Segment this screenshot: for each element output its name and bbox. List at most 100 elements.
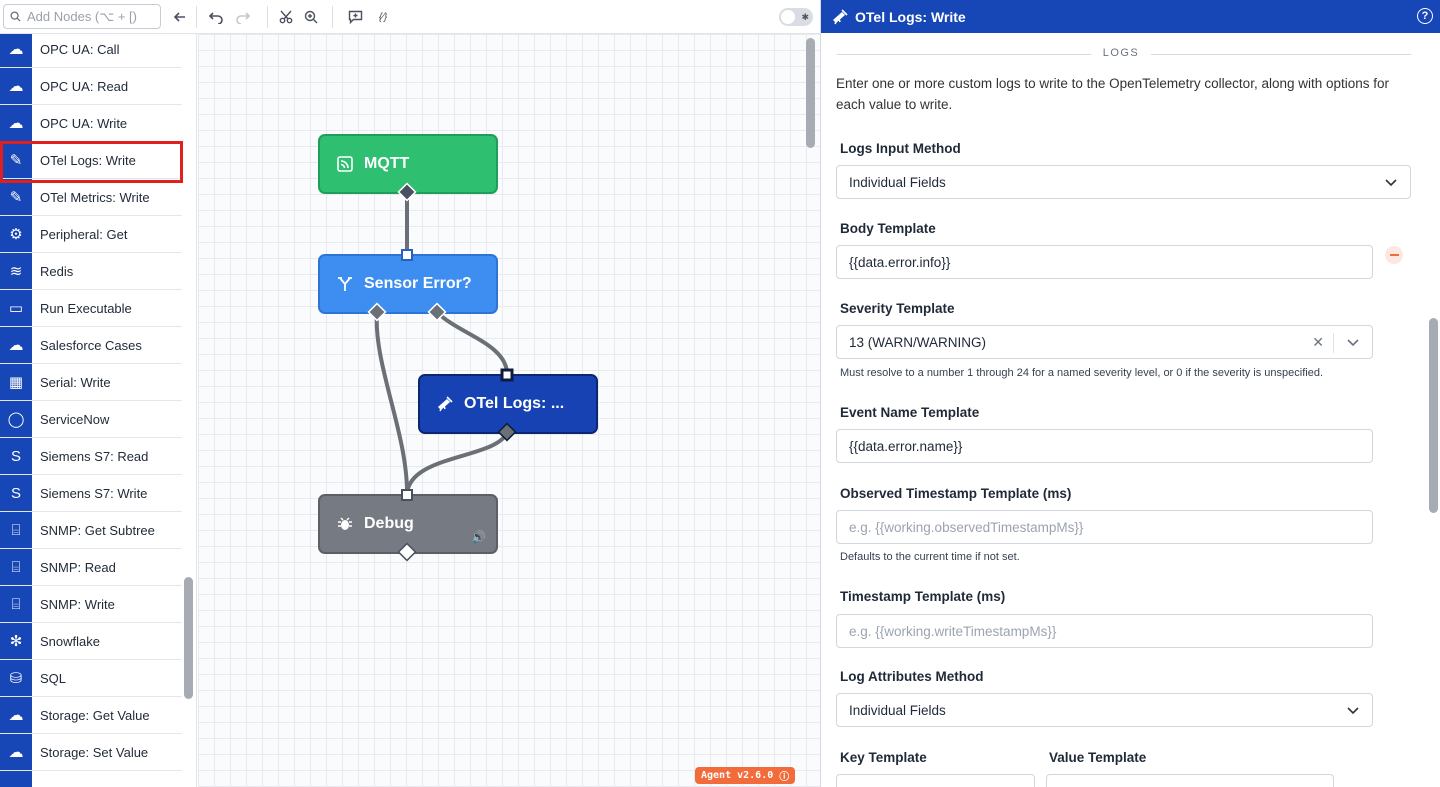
palette-item-label: Siemens S7: Read xyxy=(40,448,149,464)
agent-version: Agent v2.6.0 xyxy=(701,770,774,781)
split-icon xyxy=(336,276,354,292)
toolbar-divider xyxy=(332,6,333,28)
node-type-icon: ☁ xyxy=(0,68,32,104)
palette-item[interactable]: ☁ OPC UA: Read xyxy=(0,68,182,105)
palette-item-label: OPC UA: Read xyxy=(40,78,129,94)
palette-item[interactable]: ✎ OTel Metrics: Write xyxy=(0,179,182,216)
remove-body-button[interactable] xyxy=(1385,246,1403,264)
palette-item[interactable]: ☁ Salesforce Cases xyxy=(0,327,182,364)
node-label: MQTT xyxy=(364,155,410,172)
panel-scrollbar[interactable] xyxy=(1429,318,1438,513)
select-value: Individual Fields xyxy=(849,174,946,190)
clear-icon[interactable]: ✕ xyxy=(1312,334,1324,351)
node-type-icon: ✎ xyxy=(0,142,32,178)
node-label: Debug xyxy=(364,515,414,532)
mqtt-node[interactable]: MQTT xyxy=(318,134,498,194)
section-title: LOGS xyxy=(1091,47,1151,59)
collapse-palette-button[interactable] xyxy=(170,7,190,27)
logs-input-method-select[interactable]: Individual Fields xyxy=(836,165,1411,199)
node-type-icon: ☁ xyxy=(0,327,32,363)
node-type-icon: ⌸ xyxy=(0,549,32,585)
section-description: Enter one or more custom logs to write t… xyxy=(836,76,1390,112)
workflow-canvas[interactable]: MQTT Sensor Error? OTel Logs: ... Debug … xyxy=(198,34,820,787)
node-type-icon: ✎ xyxy=(0,179,32,215)
palette-item[interactable]: ◯ ServiceNow xyxy=(0,401,182,438)
palette-scrollbar[interactable] xyxy=(184,577,193,699)
input-placeholder: e.g. {{working.writeTimestampMs}} xyxy=(849,623,1057,639)
palette-item[interactable]: S Siemens S7: Write xyxy=(0,475,182,512)
observed-timestamp-hint: Defaults to the current time if not set. xyxy=(840,551,1020,563)
cut-button[interactable] xyxy=(276,7,296,27)
palette-item[interactable]: ✻ Snowflake xyxy=(0,623,182,660)
select-value: 13 (WARN/WARNING) xyxy=(849,334,986,350)
node-type-icon xyxy=(0,771,32,787)
sensor-error-node[interactable]: Sensor Error? xyxy=(318,254,498,314)
palette-item[interactable]: ⛁ SQL xyxy=(0,660,182,697)
palette-item-label: Siemens S7: Write xyxy=(40,485,148,501)
canvas-scrollbar[interactable] xyxy=(806,38,815,148)
node-type-icon: ☁ xyxy=(0,697,32,733)
node-label: Sensor Error? xyxy=(364,275,472,292)
help-icon[interactable]: ? xyxy=(1417,8,1433,24)
palette-item-label: Storage: Set Value xyxy=(40,744,149,760)
otel-logs-node[interactable]: OTel Logs: ... xyxy=(418,374,598,434)
palette-item[interactable]: ☁ OPC UA: Call xyxy=(0,34,182,68)
telescope-icon xyxy=(436,395,454,413)
undo-icon xyxy=(208,12,223,24)
palette-item-label: Peripheral: Get xyxy=(40,226,128,242)
palette-item[interactable]: ☁ Storage: Set Value xyxy=(0,734,182,771)
node-type-icon: ⛁ xyxy=(0,660,32,696)
node-type-icon: ✻ xyxy=(0,623,32,659)
event-name-template-input[interactable]: {{data.error.name}} xyxy=(836,429,1373,463)
palette-item[interactable]: ≋ Redis xyxy=(0,253,182,290)
chevron-down-icon xyxy=(1347,707,1359,715)
zoom-button[interactable] xyxy=(301,7,321,27)
severity-hint: Must resolve to a number 1 through 24 fo… xyxy=(840,367,1324,379)
observed-timestamp-input[interactable]: e.g. {{working.observedTimestampMs}} xyxy=(836,510,1373,544)
info-icon: ⓘ xyxy=(779,772,790,783)
palette-item-label: SNMP: Write xyxy=(40,596,115,612)
redo-button[interactable] xyxy=(233,7,253,27)
palette-item[interactable]: ⌸ SNMP: Write xyxy=(0,586,182,623)
palette-item[interactable]: ✎ OTel Logs: Write xyxy=(0,142,182,179)
severity-template-select[interactable]: 13 (WARN/WARNING) ✕ xyxy=(836,325,1373,359)
node-label: OTel Logs: ... xyxy=(464,395,565,412)
palette-item-label: Storage: Get Value xyxy=(40,707,150,723)
add-nodes-search[interactable]: Add Nodes (⌥ + [) xyxy=(3,4,161,29)
input-value: {{data.error.info}} xyxy=(849,254,951,270)
telescope-icon xyxy=(831,8,849,26)
undo-button[interactable] xyxy=(206,7,226,27)
bug-icon xyxy=(336,516,354,532)
toolbar-divider xyxy=(196,6,197,28)
speaker-icon[interactable]: 🔊 xyxy=(471,530,486,544)
canvas-toolbar: Add Nodes (⌥ + [) {⁄} ✱ xyxy=(0,0,820,34)
palette-item[interactable]: ⌸ SNMP: Get Subtree xyxy=(0,512,182,549)
observed-timestamp-label: Observed Timestamp Template (ms) xyxy=(840,486,1072,501)
variables-button[interactable]: {⁄} xyxy=(372,7,394,27)
palette-item[interactable]: ☁ Storage: Get Value xyxy=(0,697,182,734)
timestamp-label: Timestamp Template (ms) xyxy=(840,589,1006,604)
palette-item[interactable]: ▦ Serial: Write xyxy=(0,364,182,401)
add-comment-button[interactable] xyxy=(345,7,365,27)
node-type-icon: ◯ xyxy=(0,401,32,437)
log-attributes-method-select[interactable]: Individual Fields xyxy=(836,693,1373,727)
node-type-icon: ☁ xyxy=(0,734,32,770)
bug-icon: ✱ xyxy=(801,12,809,22)
variables-icon: {⁄} xyxy=(378,11,388,23)
key-template-input[interactable] xyxy=(836,774,1035,787)
palette-item[interactable] xyxy=(0,771,182,787)
panel-title: OTel Logs: Write xyxy=(855,8,966,25)
value-template-input[interactable] xyxy=(1046,774,1334,787)
palette-item[interactable]: ☁ OPC UA: Write xyxy=(0,105,182,142)
edge-otel-debug xyxy=(405,431,509,496)
debug-toggle[interactable]: ✱ xyxy=(779,8,813,26)
palette-item-label: Redis xyxy=(40,263,74,279)
palette-item-label: SNMP: Get Subtree xyxy=(40,522,155,538)
palette-item[interactable]: S Siemens S7: Read xyxy=(0,438,182,475)
palette-item[interactable]: ▭ Run Executable xyxy=(0,290,182,327)
palette-item[interactable]: ⚙ Peripheral: Get xyxy=(0,216,182,253)
debug-node[interactable]: Debug 🔊 xyxy=(318,494,498,554)
palette-item[interactable]: ⌸ SNMP: Read xyxy=(0,549,182,586)
timestamp-input[interactable]: e.g. {{working.writeTimestampMs}} xyxy=(836,614,1373,648)
body-template-input[interactable]: {{data.error.info}} xyxy=(836,245,1373,279)
